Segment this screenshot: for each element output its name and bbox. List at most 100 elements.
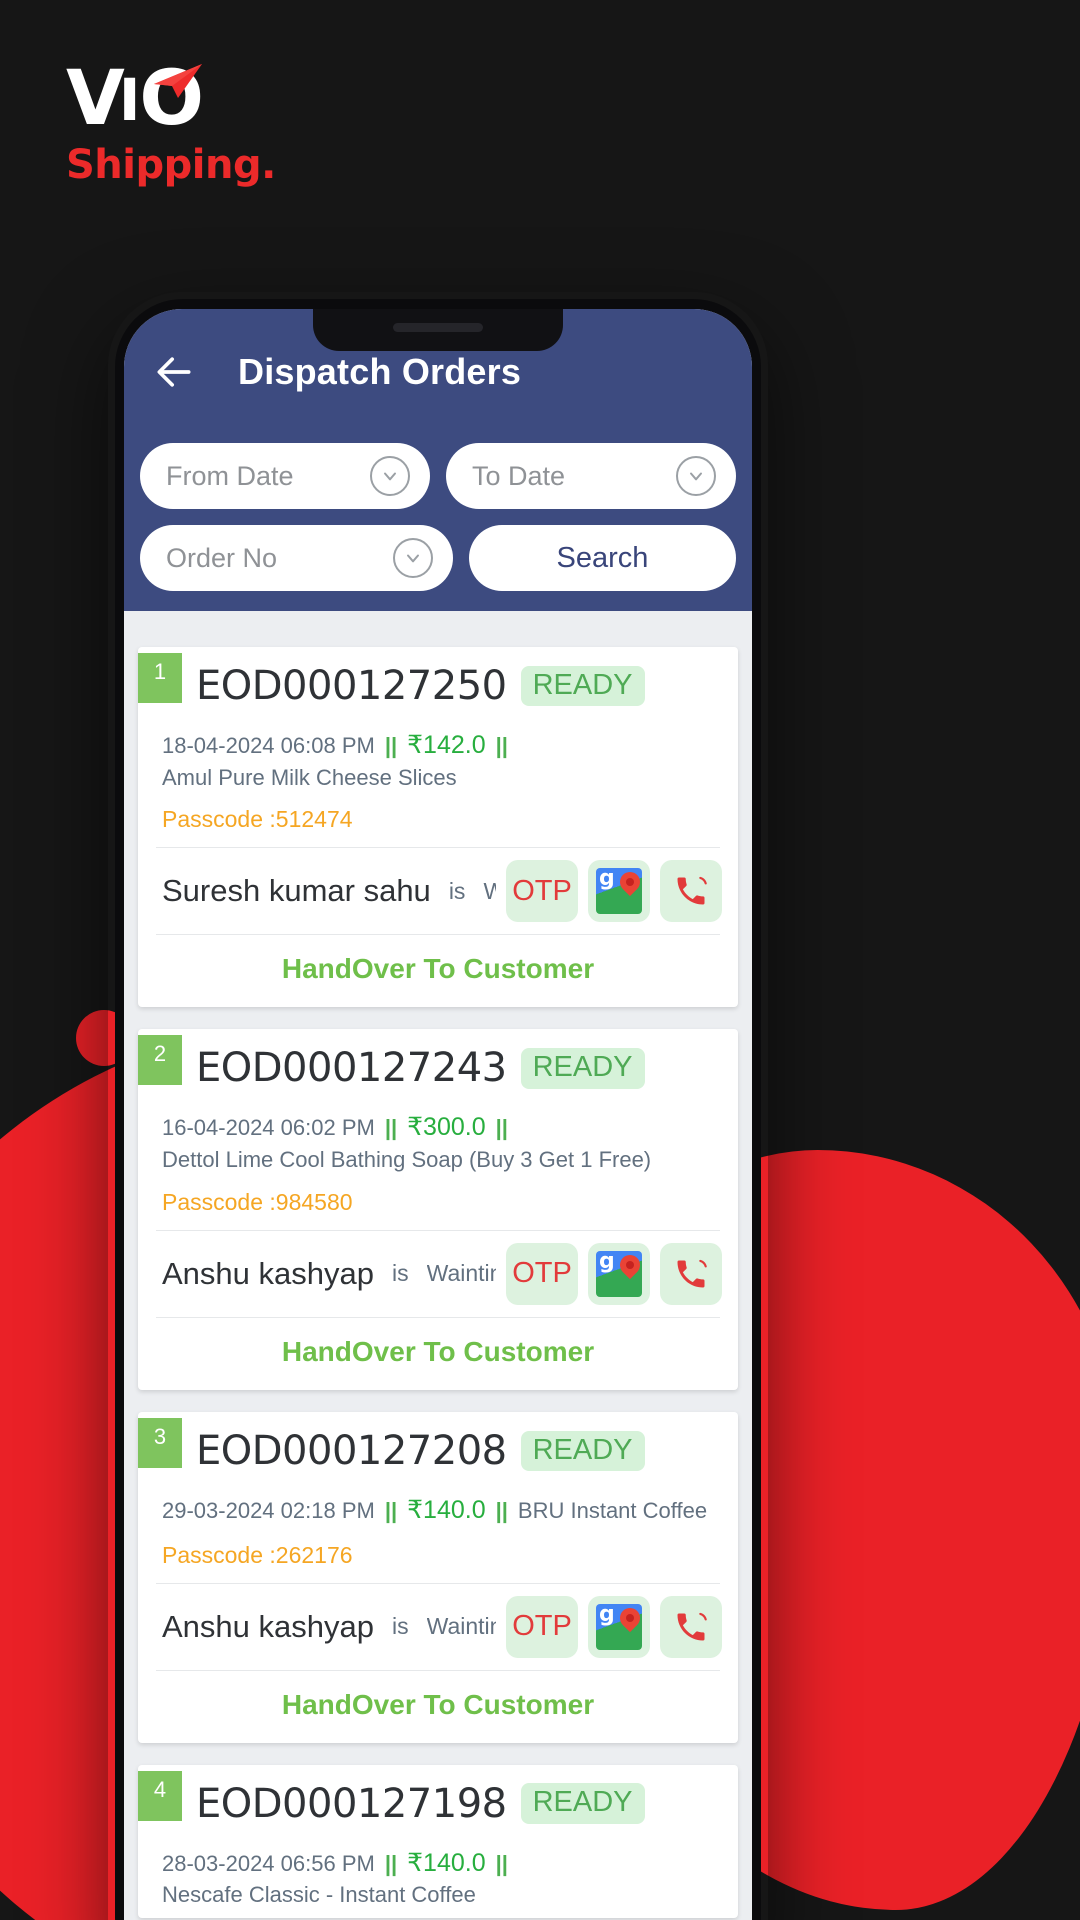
google-maps-icon[interactable]: g [588,1242,650,1305]
chevron-down-icon[interactable] [370,456,410,496]
order-passcode: Passcode :984580 [138,1175,738,1230]
meta-separator: || [384,1115,398,1141]
customer-status: Wainting For his Orders [426,1260,496,1287]
order-number: EOD000127243 [196,1045,507,1092]
order-sequence-badge: 1 [138,653,182,703]
search-button[interactable]: Search [469,525,736,591]
order-no-field[interactable]: Order No [140,525,453,591]
customer-status: Wainting For his Orders [483,877,496,904]
passcode-value: 984580 [275,1188,353,1215]
phone-bezel: Dispatch Orders From Date To Date Order … [115,299,761,1920]
order-sequence-badge: 4 [138,1770,182,1821]
order-meta: 29-03-2024 02:18 PM || ₹140.0 || BRU Ins… [138,1490,738,1528]
order-card-header: 2 EOD000127243 READY [138,1029,738,1107]
to-date-field[interactable]: To Date [446,443,736,509]
phone-mockup: Dispatch Orders From Date To Date Order … [108,292,768,1920]
otp-button[interactable]: OTP [506,1242,578,1305]
status-badge: READY [520,1048,645,1089]
order-card-header: 3 EOD000127208 READY [138,1412,738,1490]
page-title: Dispatch Orders [238,351,522,392]
from-date-field[interactable]: From Date [140,443,430,509]
order-passcode: Passcode :512474 [138,792,738,847]
customer-row: Anshu kashyap is Wainting For his Orders… [138,1584,738,1670]
filter-row-dates: From Date To Date [140,443,736,509]
brand-logo: VIO Shipping. [66,60,276,189]
order-passcode: Passcode :262176 [138,1528,738,1583]
order-meta: 18-04-2024 06:08 PM || ₹142.0 || Amul Pu… [138,725,738,792]
brand-subtitle-text: Shipping [66,142,262,188]
status-badge: READY [520,665,645,707]
google-maps-icon[interactable]: g [588,1595,650,1658]
passcode-value: 512474 [275,806,353,833]
order-sequence-badge: 3 [138,1417,182,1468]
maps-glyph: g [596,1250,642,1297]
handover-to-customer-button[interactable]: HandOver To Customer [138,1318,738,1382]
brand-subtitle-dot: . [261,142,276,188]
phone-call-icon[interactable] [660,1242,722,1305]
dispatch-orders-list[interactable]: 1 EOD000127250 READY 18-04-2024 06:08 PM… [124,641,752,1920]
brand-subtitle: Shipping. [66,142,276,188]
maps-g-letter: g [599,868,615,892]
map-pin [615,1603,642,1632]
google-maps-icon[interactable]: g [588,860,650,923]
order-product: Nescafe Classic - Instant Coffee [162,1882,476,1908]
order-sequence-badge: 2 [138,1035,182,1086]
order-card[interactable]: 1 EOD000127250 READY 18-04-2024 06:08 PM… [138,647,738,1008]
phone-call-icon[interactable] [660,860,722,923]
meta-separator: || [495,1497,508,1523]
customer-status: Wainting For his Orders [426,1613,496,1640]
filter-panel: From Date To Date Order No Search [124,435,752,611]
is-label: is [448,877,466,904]
meta-separator: || [495,733,508,758]
meta-separator: || [495,1115,508,1141]
order-datetime: 29-03-2024 02:18 PM [162,1497,375,1523]
maps-glyph: g [596,868,642,915]
to-date-placeholder: To Date [472,460,566,491]
order-datetime: 18-04-2024 06:08 PM [162,733,375,758]
status-badge: READY [520,1783,645,1824]
passcode-prefix: Passcode : [162,806,276,833]
brand-logo-mark: VIO [66,60,276,136]
is-label: is [391,1260,409,1287]
phone-earpiece [393,323,483,332]
chevron-down-icon[interactable] [393,538,433,578]
order-amount: ₹140.0 [407,1495,486,1524]
handover-to-customer-button[interactable]: HandOver To Customer [138,1671,738,1735]
map-pin [615,868,642,897]
order-datetime: 28-03-2024 06:56 PM [162,1850,375,1876]
map-pin [615,1250,642,1280]
handover-to-customer-button[interactable]: HandOver To Customer [138,935,738,999]
order-product: Dettol Lime Cool Bathing Soap (Buy 3 Get… [162,1147,652,1173]
is-label: is [391,1613,409,1640]
order-card[interactable]: 4 EOD000127198 READY 28-03-2024 06:56 PM… [138,1764,738,1919]
order-meta: 28-03-2024 06:56 PM || ₹140.0 || Nescafe… [138,1843,738,1910]
phone-screen: Dispatch Orders From Date To Date Order … [124,309,752,1920]
order-card[interactable]: 3 EOD000127208 READY 29-03-2024 02:18 PM… [138,1411,738,1743]
otp-button[interactable]: OTP [506,860,578,923]
order-no-placeholder: Order No [166,542,278,573]
order-card-header: 1 EOD000127250 READY [138,647,738,725]
passcode-prefix: Passcode : [162,1188,276,1215]
back-arrow-icon[interactable] [152,350,196,394]
passcode-prefix: Passcode : [162,1541,276,1568]
order-product: Amul Pure Milk Cheese Slices [162,764,457,790]
filter-row-order: Order No Search [140,525,736,591]
customer-name: Anshu kashyap [162,1255,374,1291]
brand-letter-v: V [66,53,125,142]
otp-button[interactable]: OTP [506,1595,578,1658]
customer-name: Suresh kumar sahu [162,873,431,909]
customer-row: Anshu kashyap is Wainting For his Orders… [138,1231,738,1317]
meta-separator: || [384,1497,398,1523]
chevron-down-icon[interactable] [676,456,716,496]
order-card[interactable]: 2 EOD000127243 READY 16-04-2024 06:02 PM… [138,1029,738,1390]
customer-row: Suresh kumar sahu is Wainting For his Or… [138,848,738,934]
phone-call-icon[interactable] [660,1595,722,1658]
order-card-header: 4 EOD000127198 READY [138,1765,738,1843]
meta-separator: || [384,1850,398,1876]
order-number: EOD000127250 [196,663,507,709]
order-amount: ₹300.0 [407,1113,486,1142]
order-number: EOD000127198 [196,1780,507,1827]
customer-name: Anshu kashyap [162,1608,374,1644]
order-datetime: 16-04-2024 06:02 PM [162,1115,375,1141]
order-meta: 16-04-2024 06:02 PM || ₹300.0 || Dettol … [138,1107,738,1174]
